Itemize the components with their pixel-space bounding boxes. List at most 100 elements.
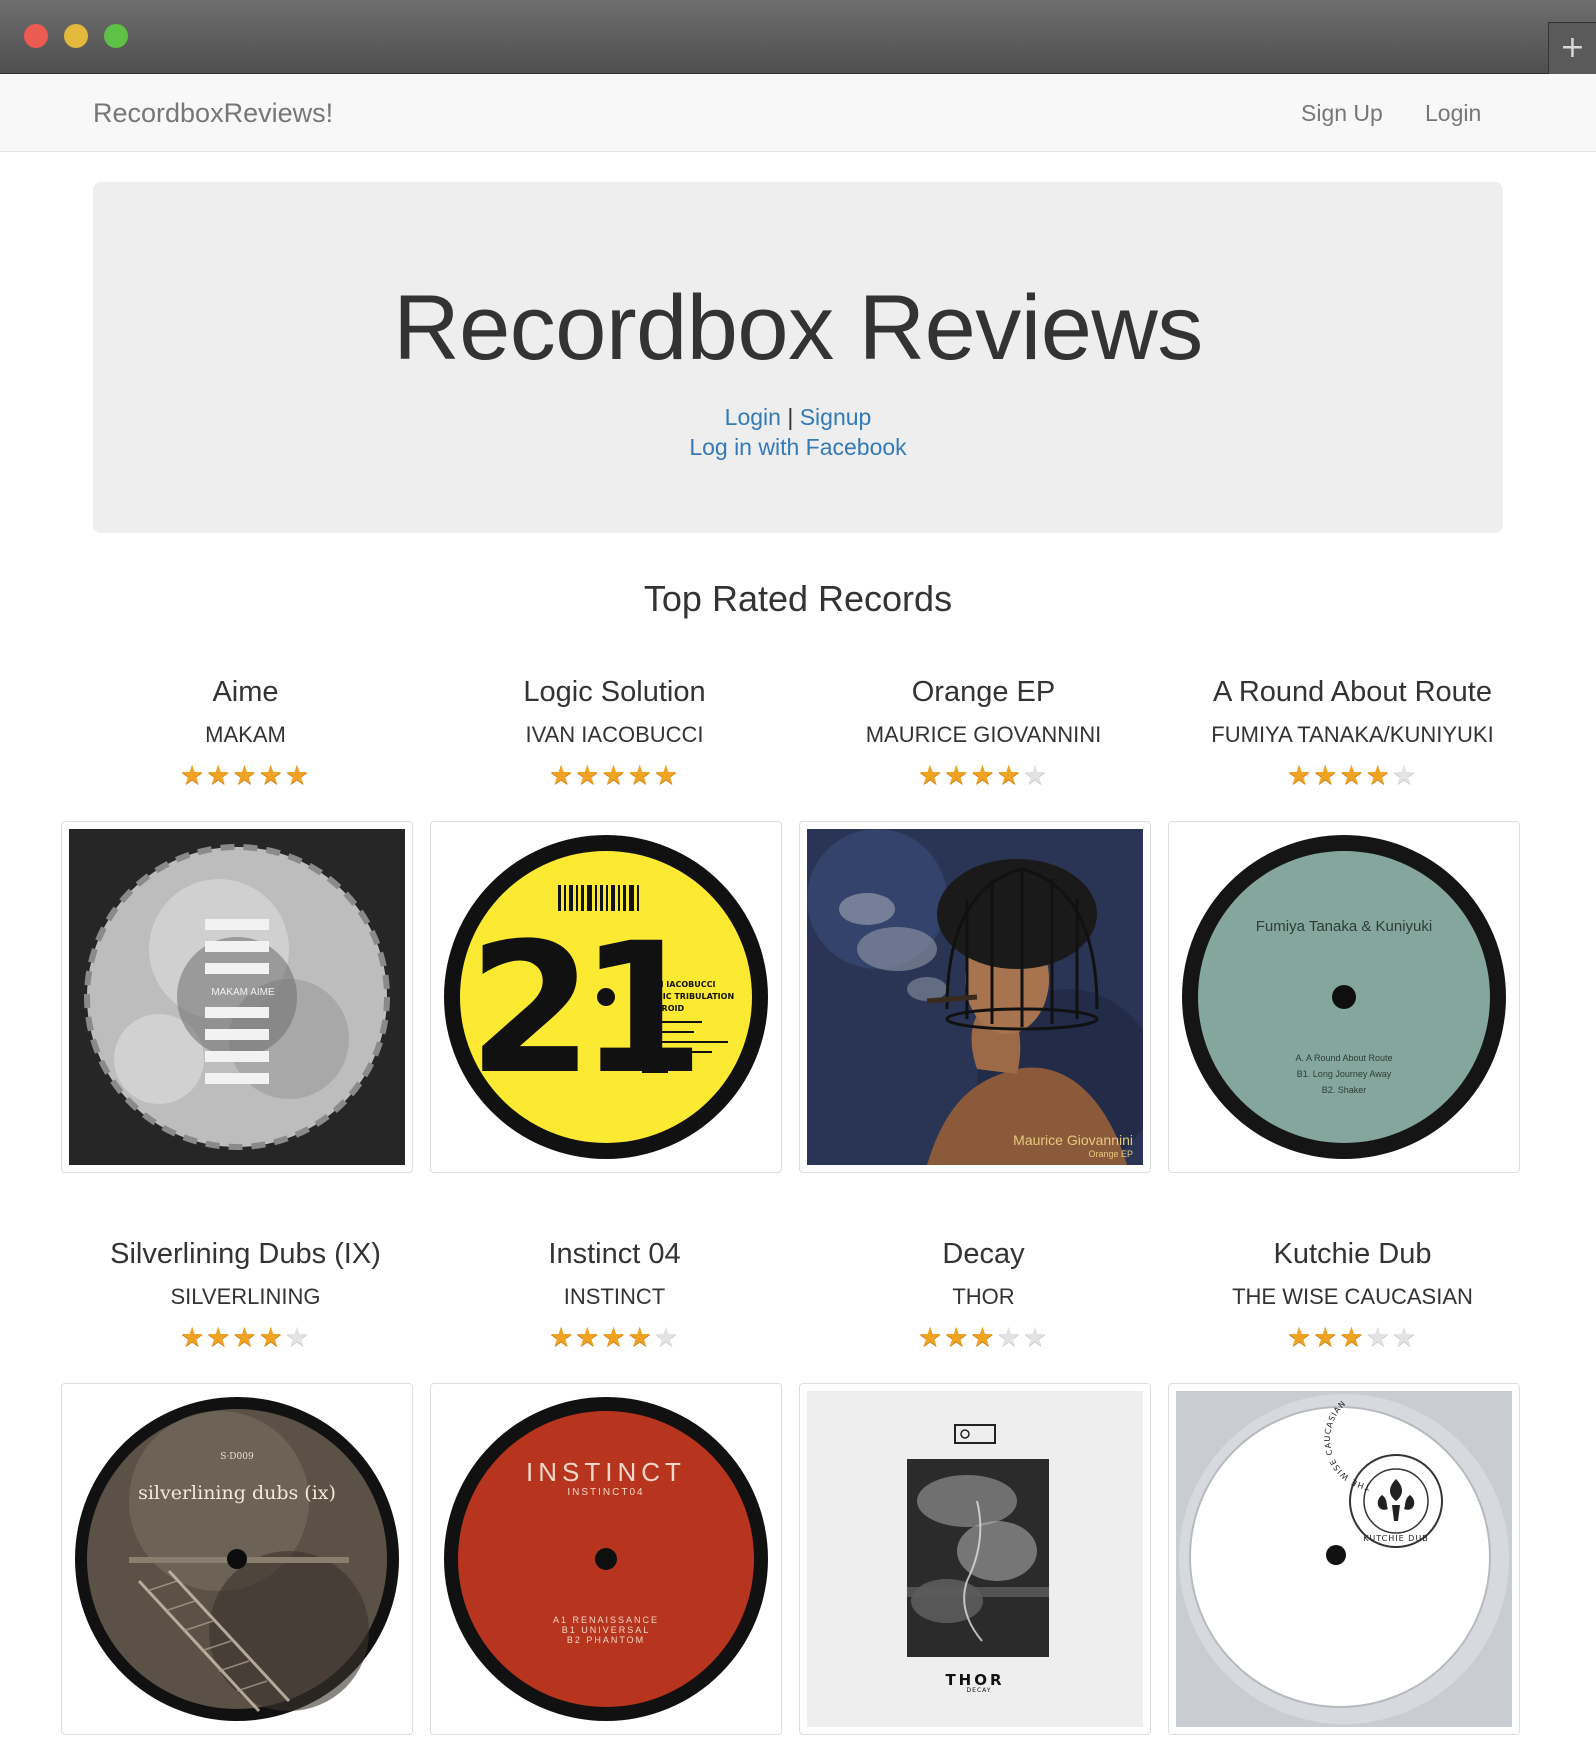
record-cover[interactable]: 21 IVAN IACOBUCCI MAGIC TRIBULATION ANDR… (430, 821, 782, 1173)
records-row: Aime MAKAM ★★★★★ MAKAM AIME Logic Soluti… (61, 670, 1537, 1232)
star-empty-icon: ★ (1391, 760, 1419, 791)
cover-ring-bottom: KUTCHIE DUB (1363, 1534, 1428, 1543)
star-filled-icon: ★ (601, 1322, 628, 1353)
record-artist: SILVERLINING (170, 1284, 321, 1309)
navbar: RecordboxReviews! Sign Up Login (0, 74, 1596, 152)
star-filled-icon: ★ (179, 760, 207, 791)
record-cover[interactable]: Fumiya Tanaka & Kuniyuki A. A Round Abou… (1168, 821, 1520, 1173)
star-filled-icon: ★ (627, 1322, 654, 1353)
star-filled-icon: ★ (944, 1322, 971, 1353)
record-title[interactable]: Silverlining Dubs (IX) (61, 1238, 430, 1271)
star-empty-icon: ★ (284, 1322, 312, 1353)
star-filled-icon: ★ (1339, 1322, 1366, 1353)
record-cover[interactable]: Maurice Giovannini Orange EP (799, 821, 1151, 1173)
star-empty-icon: ★ (1022, 760, 1050, 791)
brand-link[interactable]: RecordboxReviews! (93, 74, 333, 152)
star-filled-icon: ★ (970, 1322, 997, 1353)
star-filled-icon: ★ (548, 760, 576, 791)
record-card: A Round About Route FUMIYA TANAKA/KUNIYU… (1168, 670, 1537, 1232)
star-filled-icon: ★ (1313, 760, 1340, 791)
cover-code: INSTINCT04 (567, 1487, 644, 1498)
close-window-button[interactable] (24, 24, 48, 48)
record-title[interactable]: Kutchie Dub (1168, 1238, 1537, 1271)
nav-login-link[interactable]: Login (1425, 74, 1481, 152)
star-empty-icon: ★ (1365, 1322, 1392, 1353)
star-filled-icon: ★ (1339, 760, 1366, 791)
star-filled-icon: ★ (575, 1322, 602, 1353)
cover-text: MAKAM AIME (211, 987, 275, 998)
star-filled-icon: ★ (548, 1322, 576, 1353)
star-filled-icon: ★ (917, 1322, 945, 1353)
star-filled-icon: ★ (601, 760, 628, 791)
plus-icon: + (1559, 30, 1586, 65)
cover-line: B1. Long Journey Away (1297, 1069, 1392, 1079)
cover-art-makam: MAKAM AIME (69, 829, 405, 1165)
record-title[interactable]: Instinct 04 (430, 1238, 799, 1271)
window-titlebar: + (0, 0, 1596, 74)
star-filled-icon: ★ (1286, 760, 1314, 791)
star-rating: ★★★★★ (799, 1323, 1168, 1353)
nav-signup-link[interactable]: Sign Up (1301, 74, 1383, 152)
cover-line: B1 UNIVERSAL (562, 1625, 651, 1635)
record-title[interactable]: A Round About Route (1168, 676, 1537, 709)
star-filled-icon: ★ (970, 760, 997, 791)
jumbo-login-link[interactable]: Login (725, 404, 781, 430)
section-title: Top Rated Records (643, 578, 953, 619)
star-empty-icon: ★ (653, 1322, 681, 1353)
record-artist: FUMIYA TANAKA/KUNIYUKI (1211, 722, 1494, 747)
cover-line: B2 PHANTOM (567, 1635, 645, 1645)
star-filled-icon: ★ (206, 760, 233, 791)
star-rating: ★★★★★ (430, 761, 799, 791)
star-filled-icon: ★ (206, 1322, 233, 1353)
star-filled-icon: ★ (284, 760, 312, 791)
cover-title-text: Orange EP (1088, 1149, 1133, 1159)
star-rating: ★★★★★ (799, 761, 1168, 791)
record-card: Orange EP MAURICE GIOVANNINI ★★★★★ Mauri… (799, 670, 1168, 1232)
star-filled-icon: ★ (1365, 760, 1392, 791)
minimize-window-button[interactable] (64, 24, 88, 48)
record-cover[interactable]: MAKAM AIME (61, 821, 413, 1173)
new-tab-button[interactable]: + (1548, 22, 1596, 74)
star-rating: ★★★★★ (1168, 1323, 1537, 1353)
records-grid: Aime MAKAM ★★★★★ MAKAM AIME Logic Soluti… (61, 670, 1537, 1752)
star-filled-icon: ★ (627, 760, 654, 791)
record-title[interactable]: Logic Solution (430, 676, 799, 709)
record-cover[interactable]: S·D009 silverlining dubs (ix) (61, 1383, 413, 1735)
cover-header: Fumiya Tanaka & Kuniyuki (1256, 918, 1432, 935)
record-artist: IVAN IACOBUCCI (525, 722, 704, 747)
star-filled-icon: ★ (1286, 1322, 1314, 1353)
record-cover[interactable]: THOR DECAY (799, 1383, 1151, 1735)
record-title[interactable]: Decay (799, 1238, 1168, 1271)
star-rating: ★★★★★ (430, 1323, 799, 1353)
star-empty-icon: ★ (1391, 1322, 1419, 1353)
jumbo-signup-link[interactable]: Signup (800, 404, 872, 430)
record-cover[interactable]: THE WISE CAUCASIAN KUTCHIE DUB (1168, 1383, 1520, 1735)
star-rating: ★★★★★ (61, 761, 430, 791)
auth-links: Login | Signup Log in with Facebook (93, 402, 1503, 462)
record-artist: THOR (952, 1284, 1015, 1309)
records-row: Silverlining Dubs (IX) SILVERLINING ★★★★… (61, 1232, 1537, 1752)
cover-label: INSTINCT (526, 1457, 686, 1487)
cover-art-silverlining: S·D009 silverlining dubs (ix) (69, 1391, 405, 1727)
cover-line: IVAN IACOBUCCI (642, 980, 715, 989)
link-separator: | (787, 404, 794, 430)
facebook-login-link[interactable]: Log in with Facebook (689, 434, 906, 460)
jumbotron: Recordbox Reviews Login | Signup Log in … (93, 182, 1503, 533)
maximize-window-button[interactable] (104, 24, 128, 48)
record-cover[interactable]: INSTINCT INSTINCT04 A1 RENAISSANCE B1 UN… (430, 1383, 782, 1735)
cover-art-ivan-iacobucci: 21 IVAN IACOBUCCI MAGIC TRIBULATION ANDR… (438, 829, 774, 1165)
star-filled-icon: ★ (996, 760, 1023, 791)
record-title[interactable]: Orange EP (799, 676, 1168, 709)
record-artist: MAURICE GIOVANNINI (865, 722, 1102, 747)
star-rating: ★★★★★ (1168, 761, 1537, 791)
star-filled-icon: ★ (1313, 1322, 1340, 1353)
record-card: Logic Solution IVAN IACOBUCCI ★★★★★ 21 I… (430, 670, 799, 1232)
star-filled-icon: ★ (179, 1322, 207, 1353)
cover-line: ANDROID (642, 1004, 684, 1013)
record-title[interactable]: Aime (61, 676, 430, 709)
cover-line: B2. Shaker (1322, 1085, 1367, 1095)
cover-art-fumiya-tanaka: Fumiya Tanaka & Kuniyuki A. A Round Abou… (1176, 829, 1512, 1165)
cover-line: MAGIC TRIBULATION (642, 992, 734, 1001)
cover-sub: DECAY (967, 1687, 992, 1694)
cover-line: A1 RENAISSANCE (553, 1615, 659, 1625)
